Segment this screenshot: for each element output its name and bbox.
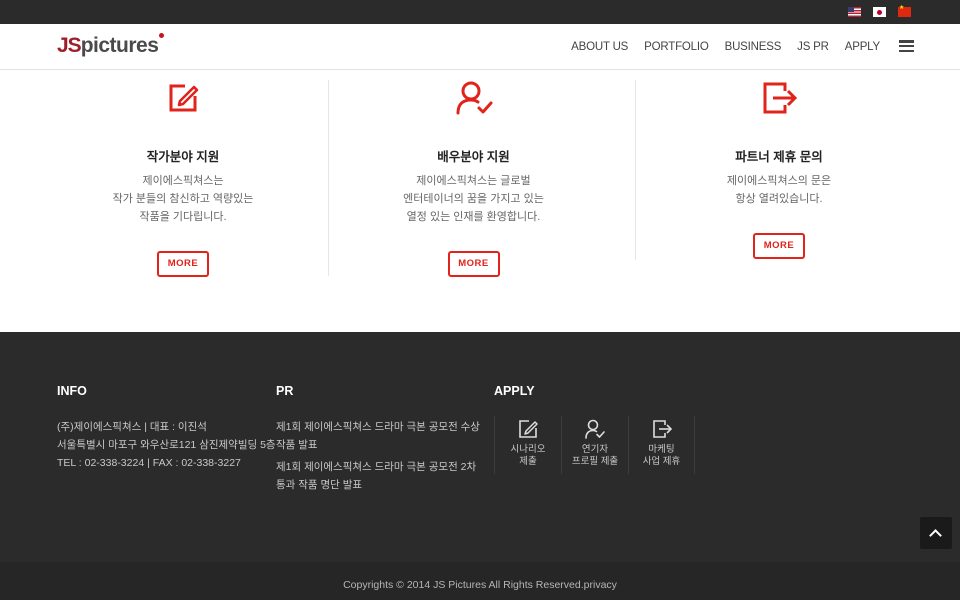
apply-label-line: 제출 [519, 456, 537, 467]
scroll-to-top-button[interactable] [920, 517, 952, 549]
copyright-text: Copyrights © 2014 JS Pictures All Rights… [343, 579, 617, 591]
company-info-line: (주)제이에스픽쳐스 | 대표 : 이진석 [57, 421, 207, 433]
more-button[interactable]: MORE [447, 251, 500, 277]
hamburger-menu-icon[interactable] [899, 40, 914, 53]
site-header: JS pictures ABOUT US PORTFOLIO BUSINESS … [0, 24, 960, 70]
logo[interactable]: JS pictures [57, 33, 165, 58]
feature-actor: 배우분야 지원 제이에스픽쳐스는 글로벌 엔터테이너의 꿈을 가지고 있는 열정… [328, 80, 618, 277]
apply-links: 시나리오 제출 연기자 프로필 제출 마케팅 사업 제휴 [494, 416, 695, 474]
footer-pr-heading: PR [276, 384, 294, 398]
nav-business[interactable]: BUSINESS [725, 41, 782, 53]
user-check-icon [456, 81, 492, 115]
flag-jp-icon[interactable] [873, 7, 886, 17]
more-button[interactable]: MORE [753, 233, 805, 259]
logo-pictures-text: pictures [80, 34, 159, 57]
apply-marketing-link[interactable]: 마케팅 사업 제휴 [628, 416, 695, 474]
edit-icon [519, 420, 538, 438]
nav-portfolio[interactable]: PORTFOLIO [644, 41, 709, 53]
feature-description: 제이에스픽쳐스는 작가 분들의 참신하고 역량있는 작품을 기다립니다. [38, 172, 328, 226]
feature-description: 제이에스픽쳐스의 문은 항상 열려있습니다. [636, 172, 922, 208]
exit-icon [763, 82, 798, 114]
feature-desc-line: 작품을 기다립니다. [139, 211, 227, 223]
feature-partner: 파트너 제휴 문의 제이에스픽쳐스의 문은 항상 열려있습니다. MORE [635, 80, 922, 260]
exit-icon [652, 420, 672, 438]
feature-writer: 작가분야 지원 제이에스픽쳐스는 작가 분들의 참신하고 역량있는 작품을 기다… [38, 70, 328, 290]
apply-label: 마케팅 사업 제휴 [629, 444, 694, 468]
main-nav: ABOUT US PORTFOLIO BUSINESS JS PR APPLY [571, 41, 880, 53]
nav-about-us[interactable]: ABOUT US [571, 41, 628, 53]
flag-cn-icon[interactable] [898, 4, 911, 17]
feature-desc-line: 제이에스픽쳐스는 [142, 175, 224, 187]
apply-scenario-link[interactable]: 시나리오 제출 [494, 416, 561, 474]
feature-desc-line: 열정 있는 인재를 환영합니다. [406, 211, 541, 223]
nav-js-pr[interactable]: JS PR [797, 41, 829, 53]
top-bar [0, 0, 960, 24]
pr-link[interactable]: 제1회 제이에스픽쳐스 드라마 극본 공모전 수상 작품 발표 [276, 418, 481, 454]
site-footer: INFO PR APPLY (주)제이에스픽쳐스 | 대표 : 이진석 서울특별… [0, 332, 960, 562]
feature-description: 제이에스픽쳐스는 글로벌 엔터테이너의 꿈을 가지고 있는 열정 있는 인재를 … [329, 172, 618, 226]
nav-apply[interactable]: APPLY [845, 41, 880, 53]
logo-js-text: JS [57, 34, 82, 57]
feature-desc-line: 작가 분들의 참신하고 역량있는 [112, 193, 254, 205]
footer-info-heading: INFO [57, 384, 87, 398]
apply-label-line: 사업 제휴 [642, 456, 681, 467]
feature-desc-line: 엔터테이너의 꿈을 가지고 있는 [403, 193, 544, 205]
feature-section: 작가분야 지원 제이에스픽쳐스는 작가 분들의 참신하고 역량있는 작품을 기다… [38, 70, 922, 332]
apply-label-line: 마케팅 [648, 444, 675, 455]
feature-title: 작가분야 지원 [146, 150, 220, 164]
more-button[interactable]: MORE [157, 251, 209, 277]
apply-label: 연기자 프로필 제출 [562, 444, 628, 468]
edit-icon [169, 84, 199, 112]
apply-label-line: 연기자 [581, 444, 609, 455]
apply-label-line: 시나리오 [510, 444, 546, 455]
copyright-bar: Copyrights © 2014 JS Pictures All Rights… [0, 562, 960, 600]
apply-label-line: 프로필 제출 [571, 456, 619, 467]
footer-apply-heading: APPLY [494, 384, 535, 398]
company-info-line: 서울특별시 마포구 와우산로121 삼진제약빌딩 5층 [57, 439, 276, 451]
flag-us-icon[interactable] [848, 7, 861, 17]
feature-desc-line: 제이에스픽쳐스의 문은 [726, 175, 832, 187]
user-check-icon [585, 419, 605, 439]
logo-dot [159, 33, 165, 38]
feature-title: 배우분야 지원 [437, 150, 510, 164]
company-info: (주)제이에스픽쳐스 | 대표 : 이진석 서울특별시 마포구 와우산로121 … [57, 418, 276, 472]
pr-link[interactable]: 제1회 제이에스픽쳐스 드라마 극본 공모전 2차 통과 작품 명단 발표 [276, 458, 481, 494]
feature-title: 파트너 제휴 문의 [735, 150, 823, 164]
apply-actor-link[interactable]: 연기자 프로필 제출 [561, 416, 628, 474]
apply-label: 시나리오 제출 [495, 444, 561, 468]
feature-desc-line: 제이에스픽쳐스는 글로벌 [416, 175, 531, 187]
pr-list: 제1회 제이에스픽쳐스 드라마 극본 공모전 수상 작품 발표 제1회 제이에스… [276, 418, 481, 498]
company-info-line: TEL : 02-338-3224 | FAX : 02-338-3227 [57, 457, 241, 469]
feature-desc-line: 항상 열려있습니다. [735, 193, 823, 205]
